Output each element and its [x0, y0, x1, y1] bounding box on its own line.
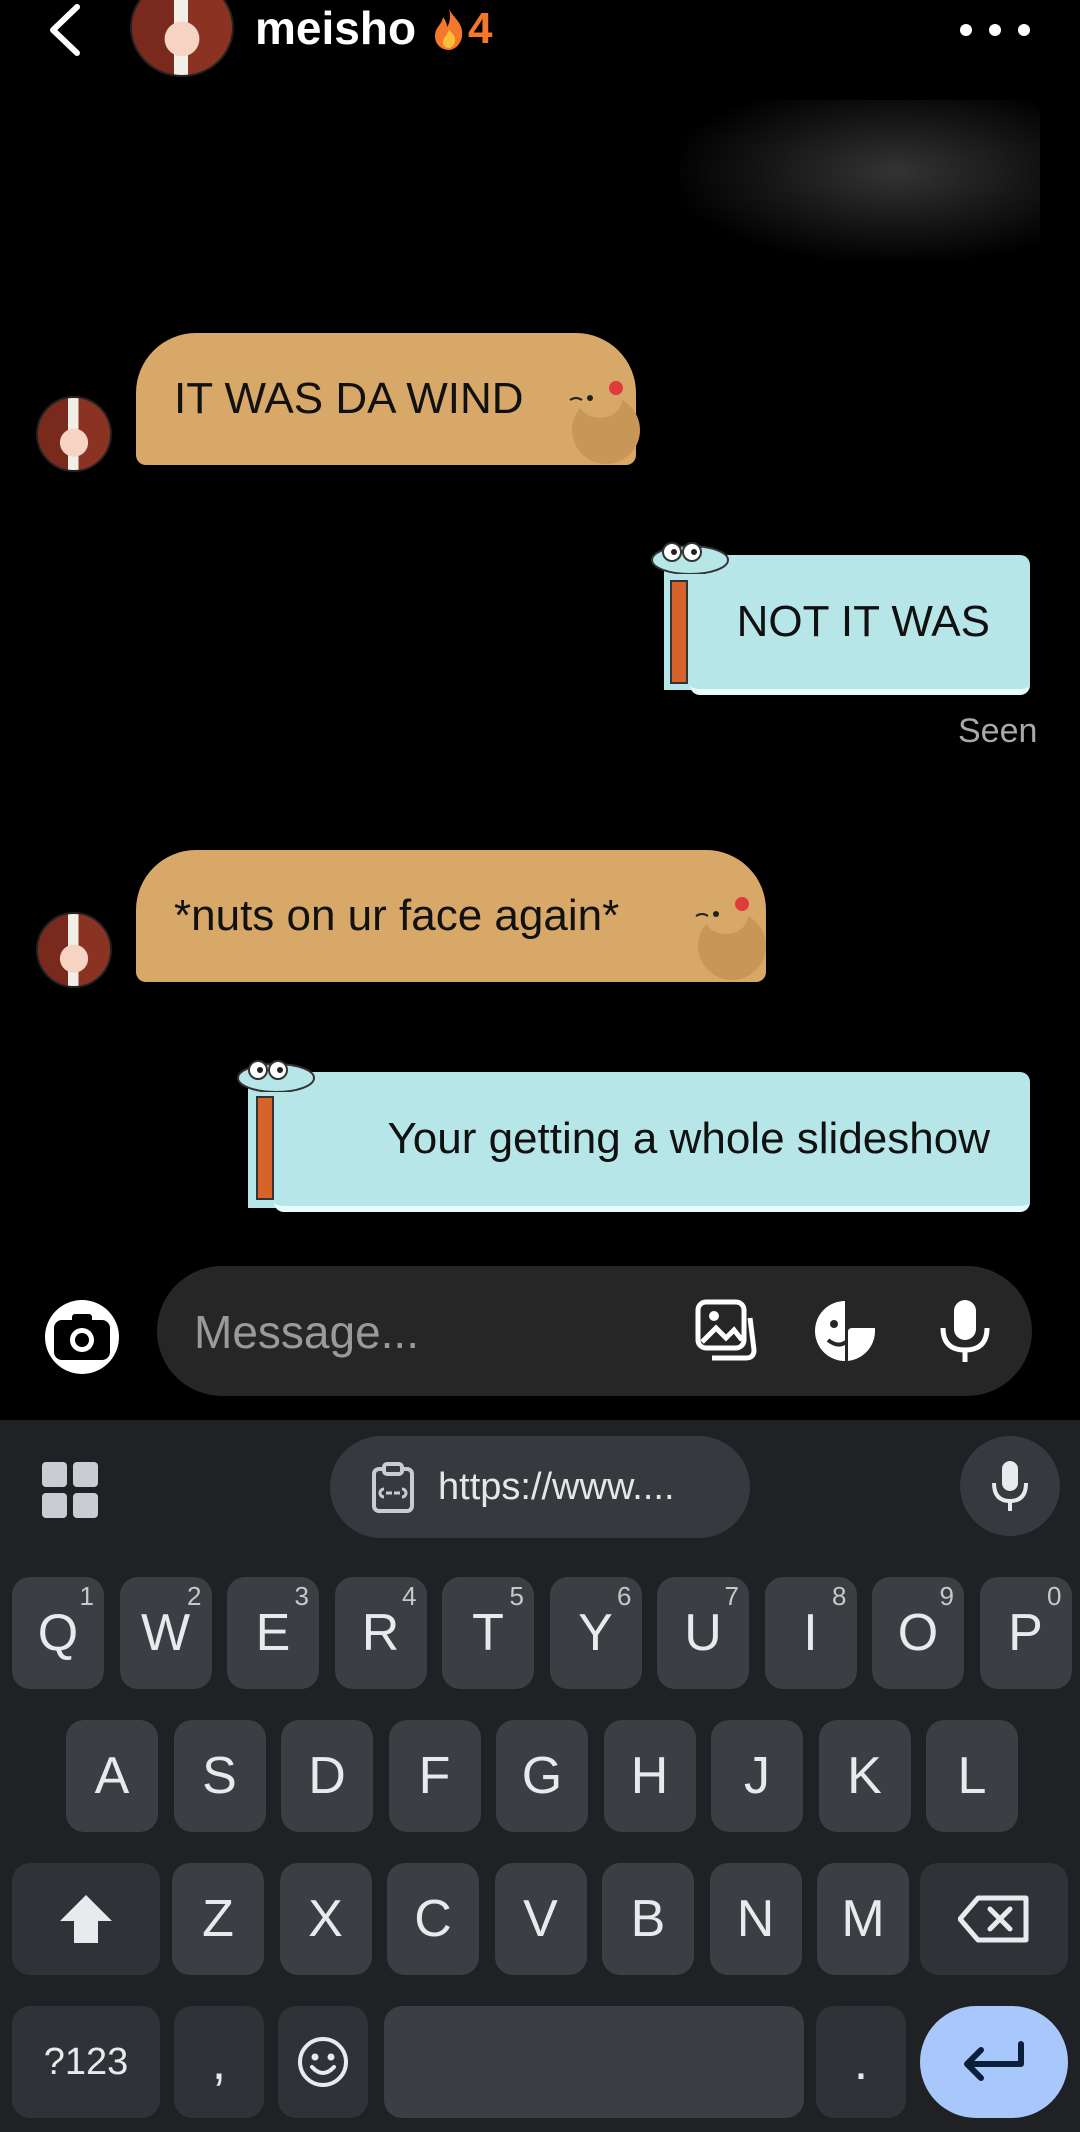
- enter-key[interactable]: [920, 2006, 1068, 2118]
- keyboard-apps-button[interactable]: [42, 1462, 98, 1518]
- voice-message-button[interactable]: [930, 1296, 1000, 1366]
- key-hint: 7: [724, 1581, 739, 1611]
- chat-header: meisho 4: [0, 0, 1080, 77]
- microphone-icon: [940, 1300, 990, 1362]
- key-n[interactable]: N: [709, 1863, 802, 1975]
- sender-avatar[interactable]: [36, 396, 112, 472]
- key-f[interactable]: F: [388, 1720, 481, 1832]
- camera-icon: [54, 1314, 110, 1360]
- message-bubble-sent[interactable]: NOT IT WAS: [690, 555, 1030, 695]
- chevron-left-icon: [50, 4, 80, 56]
- key-r[interactable]: R4: [334, 1577, 427, 1689]
- message-input[interactable]: [192, 1300, 656, 1364]
- key-hint: 3: [294, 1581, 309, 1611]
- enter-icon: [964, 2041, 1024, 2081]
- key-hint: 9: [939, 1581, 954, 1611]
- key-x[interactable]: X: [279, 1863, 372, 1975]
- message-text: IT WAS DA WIND: [174, 374, 524, 423]
- shared-media-thumbnail[interactable]: [680, 100, 1040, 260]
- emoji-key[interactable]: [278, 2006, 368, 2118]
- key-j[interactable]: J: [711, 1720, 803, 1832]
- back-button[interactable]: [40, 0, 90, 60]
- message-bubble-sent[interactable]: Your getting a whole slideshow: [274, 1072, 1030, 1212]
- backspace-key[interactable]: [920, 1863, 1068, 1975]
- key-hint: 1: [79, 1581, 94, 1611]
- capybara-sticker-icon: [695, 897, 766, 980]
- key-w[interactable]: W2: [119, 1577, 212, 1689]
- key-hint: 0: [1047, 1581, 1062, 1611]
- message-text: *nuts on ur face again*: [174, 891, 620, 940]
- key-b[interactable]: B: [602, 1863, 694, 1975]
- space-key[interactable]: [384, 2006, 804, 2118]
- message-bubble-received[interactable]: *nuts on ur face again*: [136, 850, 766, 982]
- period-key[interactable]: .: [816, 2006, 906, 2118]
- sticker-button[interactable]: [810, 1296, 880, 1366]
- crocodile-sticker-icon: [237, 1060, 315, 1092]
- key-hint: 5: [509, 1581, 524, 1611]
- streak-count: 4: [468, 4, 493, 53]
- clipboard-suggestion-text: https://www....: [438, 1465, 675, 1508]
- key-l[interactable]: L: [926, 1720, 1018, 1832]
- key-d[interactable]: D: [281, 1720, 373, 1832]
- symbols-key[interactable]: ?123: [12, 2006, 160, 2118]
- backspace-icon: [958, 1895, 1029, 1943]
- key-v[interactable]: V: [494, 1863, 587, 1975]
- grid-icon: [42, 1462, 67, 1487]
- key-e[interactable]: E3: [227, 1577, 319, 1689]
- key-a[interactable]: A: [66, 1720, 158, 1832]
- key-i[interactable]: I8: [764, 1577, 857, 1689]
- key-h[interactable]: H: [603, 1720, 696, 1832]
- comma-key[interactable]: ,: [174, 2006, 264, 2118]
- key-k[interactable]: K: [818, 1720, 911, 1832]
- more-horizontal-icon: [960, 24, 972, 36]
- key-o[interactable]: O9: [872, 1577, 964, 1689]
- key-u[interactable]: U7: [657, 1577, 749, 1689]
- gallery-icon: [695, 1299, 757, 1361]
- emoji-icon: [298, 2037, 348, 2087]
- sender-avatar[interactable]: [36, 912, 112, 988]
- key-p[interactable]: P0: [979, 1577, 1072, 1689]
- clipboard-suggestion-chip[interactable]: https://www....: [330, 1436, 750, 1538]
- keyboard-voice-input-button[interactable]: [960, 1436, 1060, 1536]
- key-hint: 8: [832, 1581, 847, 1611]
- message-bubble-received[interactable]: IT WAS DA WIND: [136, 333, 636, 465]
- shift-icon: [60, 1895, 112, 1943]
- key-hint: 2: [187, 1581, 202, 1611]
- message-text: NOT IT WAS: [736, 597, 990, 646]
- streak-badge: 4: [432, 0, 492, 58]
- key-s[interactable]: S: [173, 1720, 266, 1832]
- contact-name[interactable]: meisho: [255, 0, 416, 58]
- capybara-sticker-icon: [569, 381, 640, 464]
- clipboard-link-icon: [372, 1462, 414, 1513]
- camera-button[interactable]: [45, 1300, 119, 1374]
- key-g[interactable]: G: [496, 1720, 588, 1832]
- key-y[interactable]: Y6: [549, 1577, 642, 1689]
- fire-icon: [435, 9, 463, 50]
- key-z[interactable]: Z: [172, 1863, 264, 1975]
- key-q[interactable]: Q1: [12, 1577, 104, 1689]
- contact-avatar[interactable]: [130, 0, 234, 77]
- key-hint: 4: [402, 1581, 417, 1611]
- sticker-icon: [815, 1301, 875, 1361]
- key-t[interactable]: T5: [442, 1577, 534, 1689]
- gallery-button[interactable]: [692, 1296, 762, 1366]
- message-text: Your getting a whole slideshow: [387, 1114, 990, 1163]
- crocodile-sticker-icon: [651, 542, 729, 574]
- more-options-button[interactable]: [960, 10, 1030, 50]
- message-seen-status: Seen: [958, 712, 1038, 750]
- key-hint: 6: [617, 1581, 632, 1611]
- microphone-icon: [992, 1461, 1028, 1511]
- shift-key[interactable]: [12, 1863, 160, 1975]
- key-m[interactable]: M: [817, 1863, 909, 1975]
- key-c[interactable]: C: [387, 1863, 479, 1975]
